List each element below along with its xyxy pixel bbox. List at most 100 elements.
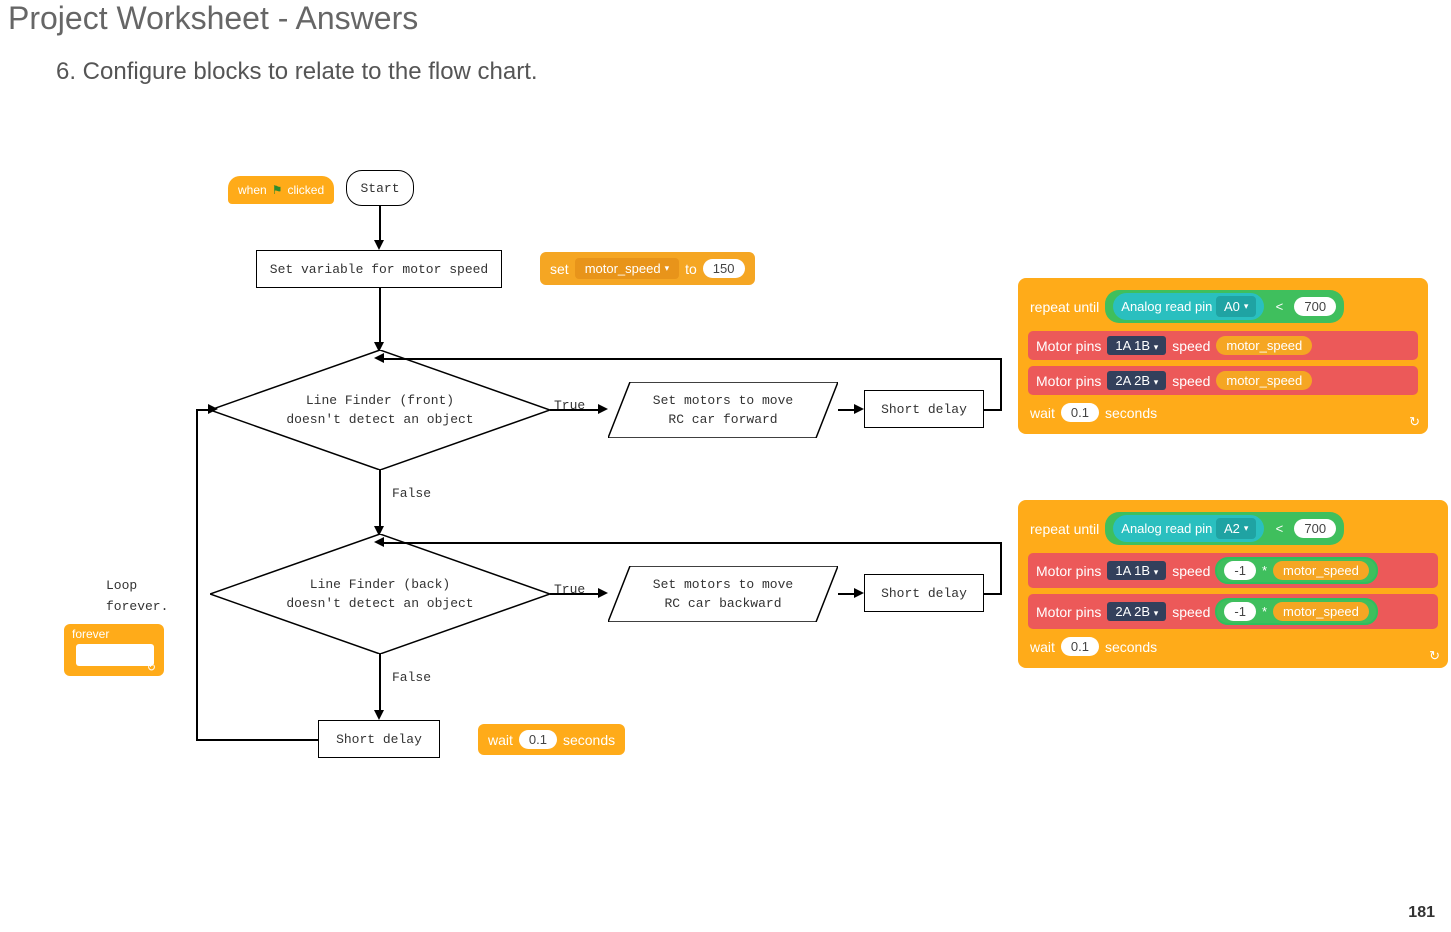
flowchart-short-delay-3: Short delay — [318, 720, 440, 758]
speed-label-4: speed — [1172, 604, 1210, 620]
arrow-line — [196, 410, 198, 741]
pins-1a1b-text: 1A 1B — [1115, 338, 1150, 353]
arrow-head — [598, 588, 608, 598]
neg1-a: -1 — [1224, 561, 1256, 580]
arrow-line — [380, 542, 1002, 544]
arrow-line — [1000, 542, 1002, 595]
speed-var-1: motor_speed — [1216, 336, 1312, 355]
loop-arrow-icon: ↻ — [1429, 648, 1440, 664]
chevron-down-icon: ▾ — [1154, 608, 1159, 618]
arrow-head — [374, 710, 384, 720]
chevron-down-icon: ▾ — [1154, 342, 1159, 352]
decision2-line2: doesn't detect an object — [286, 594, 473, 614]
proc-fwd-line1: Set motors to move — [653, 391, 793, 411]
wait-2: wait — [1030, 639, 1055, 655]
block-stack-forward: repeat until Analog read pin A0▾ < 700 M… — [1018, 278, 1428, 434]
speed-var-2: motor_speed — [1216, 371, 1312, 390]
arrow-line — [380, 358, 1002, 360]
decision1-line1: Line Finder (front) — [306, 391, 454, 411]
motor-row-1a1b-bwd: Motor pins 1A 1B ▾ speed -1 * motor_spee… — [1028, 553, 1438, 588]
pins-1a1b-fwd: 1A 1B ▾ — [1107, 336, 1166, 355]
loop-line2: forever. — [106, 599, 168, 614]
speed-label-1: speed — [1172, 338, 1210, 354]
arrow-head — [208, 404, 218, 414]
forever-text: forever — [72, 627, 109, 641]
motor-row-2a2b-bwd: Motor pins 2A 2B ▾ speed -1 * motor_spee… — [1028, 594, 1438, 629]
setvar-label: Set variable for motor speed — [270, 262, 488, 277]
pin-a2-text: A2 — [1224, 521, 1240, 536]
arrow-line — [550, 593, 600, 595]
proc-fwd-line2: RC car forward — [668, 410, 777, 430]
pin-a0: A0 ▾ — [1216, 296, 1256, 317]
clicked-label: clicked — [287, 183, 324, 197]
arrow-line — [379, 206, 381, 242]
loop-arrow-icon: ↻ — [147, 661, 156, 674]
arrow-line — [1000, 358, 1002, 411]
flowchart-process-forward: Set motors to move RC car forward — [608, 382, 838, 438]
seconds-word: seconds — [563, 732, 615, 748]
proc-bwd-line2: RC car backward — [664, 594, 781, 614]
seconds-1: seconds — [1105, 405, 1157, 421]
star-b: * — [1262, 604, 1267, 619]
arrow-head — [854, 588, 864, 598]
neg-speed-1: -1 * motor_speed — [1216, 558, 1377, 583]
block-when-clicked: when ⚑ clicked — [228, 176, 334, 204]
motor-pins-3: Motor pins — [1036, 563, 1101, 579]
pins-2a2b-bwd: 2A 2B ▾ — [1107, 602, 1166, 621]
block-forever: forever ↻ — [64, 624, 164, 676]
arrow-head — [374, 240, 384, 250]
flowchart-set-variable: Set variable for motor speed — [256, 250, 502, 288]
arrow-head — [374, 537, 384, 547]
chevron-down-icon: ▾ — [665, 263, 670, 274]
analog-read-1: Analog read pin A0 ▾ — [1113, 293, 1264, 320]
speed-label-3: speed — [1172, 563, 1210, 579]
page-title: Project Worksheet - Answers — [8, 0, 418, 37]
decision2-line1: Line Finder (back) — [310, 575, 450, 595]
block-set-variable: set motor_speed▾ to 150 — [540, 252, 755, 285]
loop-forever-label: Loop forever. — [106, 576, 168, 618]
analog-read-2: Analog read pin A2▾ — [1113, 515, 1264, 542]
lt-operator-2: < — [1270, 521, 1288, 536]
pin-a2: A2 ▾ — [1216, 518, 1256, 539]
speed-value: 150 — [703, 259, 745, 278]
short-delay-2-label: Short delay — [881, 586, 967, 601]
lt-operator-1: < — [1270, 299, 1288, 314]
short-delay-1-label: Short delay — [881, 402, 967, 417]
motor-pins-1: Motor pins — [1036, 338, 1101, 354]
arrow-line — [550, 409, 600, 411]
wait-val-2: 0.1 — [1061, 637, 1099, 656]
arrow-head — [598, 404, 608, 414]
flowchart-process-backward: Set motors to move RC car backward — [608, 566, 838, 622]
neg1-b: -1 — [1224, 602, 1256, 621]
loop-arrow-icon: ↻ — [1409, 414, 1420, 430]
chevron-down-icon: ▾ — [1244, 523, 1249, 534]
block-stack-backward: repeat until Analog read pin A2▾ < 700 M… — [1018, 500, 1448, 668]
when-label: when — [238, 183, 267, 197]
seconds-2: seconds — [1105, 639, 1157, 655]
label-false-2: False — [392, 670, 431, 685]
motor-pins-4: Motor pins — [1036, 604, 1101, 620]
motor-row-1a1b-fwd: Motor pins 1A 1B ▾ speed motor_speed — [1028, 331, 1418, 360]
loop-line1: Loop — [106, 578, 137, 593]
set-word: set — [550, 261, 569, 277]
analog-read-text-1: Analog read pin — [1121, 299, 1212, 314]
condition-2: Analog read pin A2▾ < 700 — [1105, 512, 1344, 545]
repeat-until-row-2: repeat until Analog read pin A2▾ < 700 — [1028, 510, 1438, 547]
pins-2a2b-fwd: 2A 2B ▾ — [1107, 371, 1166, 390]
motor-pins-2: Motor pins — [1036, 373, 1101, 389]
instruction-text: 6. Configure blocks to relate to the flo… — [56, 58, 538, 86]
arrow-line — [379, 470, 381, 528]
label-false-1: False — [392, 486, 431, 501]
arrow-head — [854, 404, 864, 414]
repeat-until-1: repeat until — [1030, 299, 1099, 315]
pins-1a1b-bwd-text: 1A 1B — [1115, 563, 1150, 578]
flag-icon: ⚑ — [272, 183, 283, 197]
wait-word: wait — [488, 732, 513, 748]
arrow-line — [379, 654, 381, 712]
repeat-until-2: repeat until — [1030, 521, 1099, 537]
chevron-down-icon: ▾ — [1244, 301, 1249, 312]
to-word: to — [685, 261, 697, 277]
pin-a0-text: A0 — [1224, 299, 1240, 314]
star-a: * — [1262, 563, 1267, 578]
wait-val-bottom: 0.1 — [519, 730, 557, 749]
